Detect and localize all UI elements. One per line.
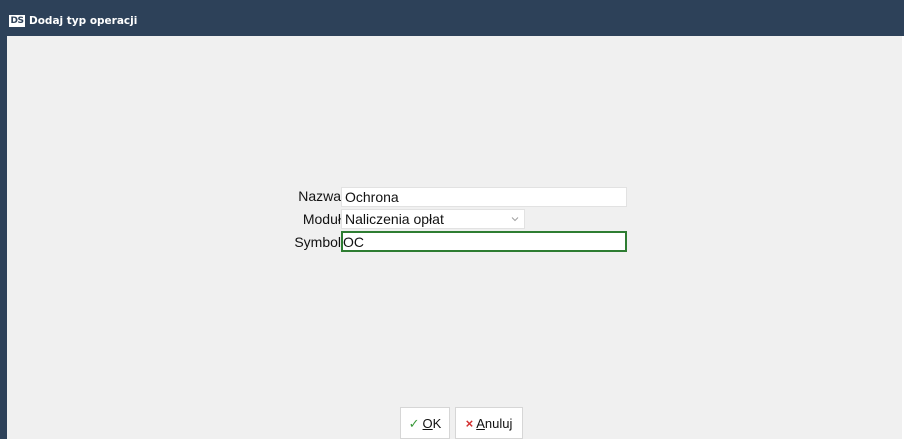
app-logo-icon: DS	[9, 15, 25, 27]
ok-button-label: OK	[422, 415, 442, 431]
ok-button[interactable]: ✓ OK	[400, 407, 450, 439]
x-icon: ×	[465, 415, 474, 431]
nazwa-input[interactable]	[341, 187, 627, 207]
cancel-button-label: Anuluj	[476, 415, 513, 431]
cancel-button[interactable]: × Anuluj	[455, 407, 523, 439]
nazwa-label: Nazwa	[298, 188, 341, 204]
modul-label: Moduł	[302, 211, 341, 227]
symbol-input[interactable]	[341, 231, 627, 252]
symbol-label: Symbol	[294, 234, 341, 250]
modul-select-value: Naliczenia opłat	[345, 211, 444, 227]
chevron-down-icon	[511, 217, 519, 222]
dialog-content: Nazwa Moduł Naliczenia opłat Symbol ✓ OK…	[7, 36, 902, 439]
dialog-window: DS Dodaj typ operacji Nazwa Moduł Nalicz…	[0, 0, 904, 439]
window-left-border	[0, 36, 7, 439]
window-title: Dodaj typ operacji	[29, 15, 138, 27]
modul-select[interactable]: Naliczenia opłat	[341, 209, 525, 229]
title-bar[interactable]: DS Dodaj typ operacji	[0, 0, 904, 36]
checkmark-icon: ✓	[408, 415, 420, 431]
